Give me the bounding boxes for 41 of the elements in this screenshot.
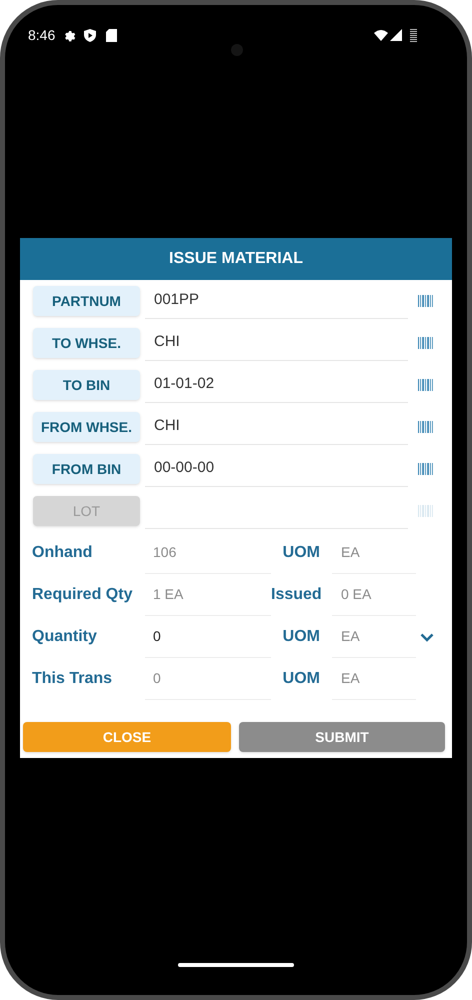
settings-icon xyxy=(63,28,76,42)
barcode-icon[interactable] xyxy=(418,379,433,391)
barcode-icon[interactable] xyxy=(418,421,433,433)
unit-field: EA xyxy=(332,532,416,574)
shield-icon xyxy=(84,28,96,42)
unit-label: UOM xyxy=(282,543,320,563)
barcode-icon[interactable] xyxy=(418,463,433,475)
chevron-down-icon[interactable] xyxy=(420,632,434,642)
barcode-icon[interactable] xyxy=(418,295,433,307)
unit-label: Issued xyxy=(271,585,320,605)
unit-dropdown[interactable]: EA xyxy=(332,616,416,658)
field-label-button[interactable]: FROM BIN xyxy=(33,454,140,484)
battery-icon xyxy=(410,28,417,42)
field-label-button[interactable]: TO WHSE. xyxy=(33,328,140,358)
barcode-icon[interactable] xyxy=(418,337,433,349)
dialog-title: ISSUE MATERIAL xyxy=(169,249,303,269)
text-field[interactable]: 01-01-02 xyxy=(145,367,408,403)
field-label: Quantity xyxy=(32,627,98,647)
wifi-icon xyxy=(374,30,388,40)
submit-button[interactable]: SUBMIT xyxy=(239,722,445,752)
value-field: 1 EA xyxy=(145,574,271,616)
text-field[interactable]: CHI xyxy=(145,409,408,445)
signal-icon xyxy=(390,29,402,41)
unit-label: UOM xyxy=(282,669,320,689)
field-label: Onhand xyxy=(32,543,94,563)
text-field[interactable]: CHI xyxy=(145,325,408,361)
field-label: This Trans xyxy=(32,669,114,689)
field-label-button[interactable]: FROM WHSE. xyxy=(33,412,140,442)
status-time: 8:46 xyxy=(28,26,56,44)
text-field[interactable]: 001PP xyxy=(145,283,408,319)
text-field[interactable]: 00-00-00 xyxy=(145,451,408,487)
unit-field: 0 EA xyxy=(332,574,416,616)
value-field: 0 xyxy=(145,658,271,700)
field-label-button[interactable]: PARTNUM xyxy=(33,286,140,316)
field-label-button[interactable]: TO BIN xyxy=(33,370,140,400)
unit-field: EA xyxy=(332,658,416,700)
quantity-field[interactable]: 0 xyxy=(145,616,271,658)
field-label: Required Qty xyxy=(32,585,134,605)
unit-label: UOM xyxy=(282,627,320,647)
value-field: 106 xyxy=(145,532,271,574)
sd-card-icon xyxy=(106,28,118,42)
